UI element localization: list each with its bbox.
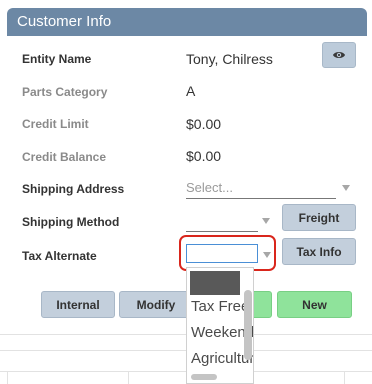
shipping-method-select[interactable] [186,213,258,232]
parts-category-value: A [186,83,196,99]
table-column-border [7,371,8,384]
tax-alternate-label: Tax Alternate [22,249,97,263]
new-button[interactable]: New [277,291,352,318]
credit-limit-label: Credit Limit [22,117,89,131]
dropdown-selected-option[interactable] [190,271,240,295]
tax-alternate-input[interactable] [186,244,258,263]
shipping-address-label: Shipping Address [22,182,125,196]
credit-balance-value: $0.00 [186,148,222,164]
entity-name-label: Entity Name [22,52,92,66]
table-column-border [344,371,345,384]
shipping-address-select[interactable]: Select... [186,180,336,199]
dropdown-option[interactable]: Tax Free [191,298,249,315]
panel-title: Customer Info [7,8,367,36]
credit-balance-label: Credit Balance [22,150,107,164]
reveal-button[interactable] [322,42,356,68]
tax-info-button[interactable]: Tax Info [282,238,356,265]
dropdown-horizontal-scrollbar[interactable] [191,374,217,380]
shipping-method-label: Shipping Method [22,215,120,229]
chevron-down-icon[interactable] [262,218,270,224]
dropdown-scrollbar[interactable] [244,290,252,360]
entity-name-value: Tony, Chilress [186,51,273,67]
chevron-down-icon[interactable] [342,185,350,191]
tax-alternate-dropdown[interactable]: Tax Free Weekend Agriculture [186,267,254,384]
eye-icon [333,52,345,58]
parts-category-label: Parts Category [22,85,108,99]
freight-button[interactable]: Freight [282,204,356,231]
credit-limit-value: $0.00 [186,116,222,132]
chevron-down-icon[interactable] [263,252,271,258]
modify-button[interactable]: Modify [119,291,193,318]
table-column-border [128,371,129,384]
shipping-address-placeholder: Select... [186,180,233,195]
internal-button[interactable]: Internal [41,291,115,318]
